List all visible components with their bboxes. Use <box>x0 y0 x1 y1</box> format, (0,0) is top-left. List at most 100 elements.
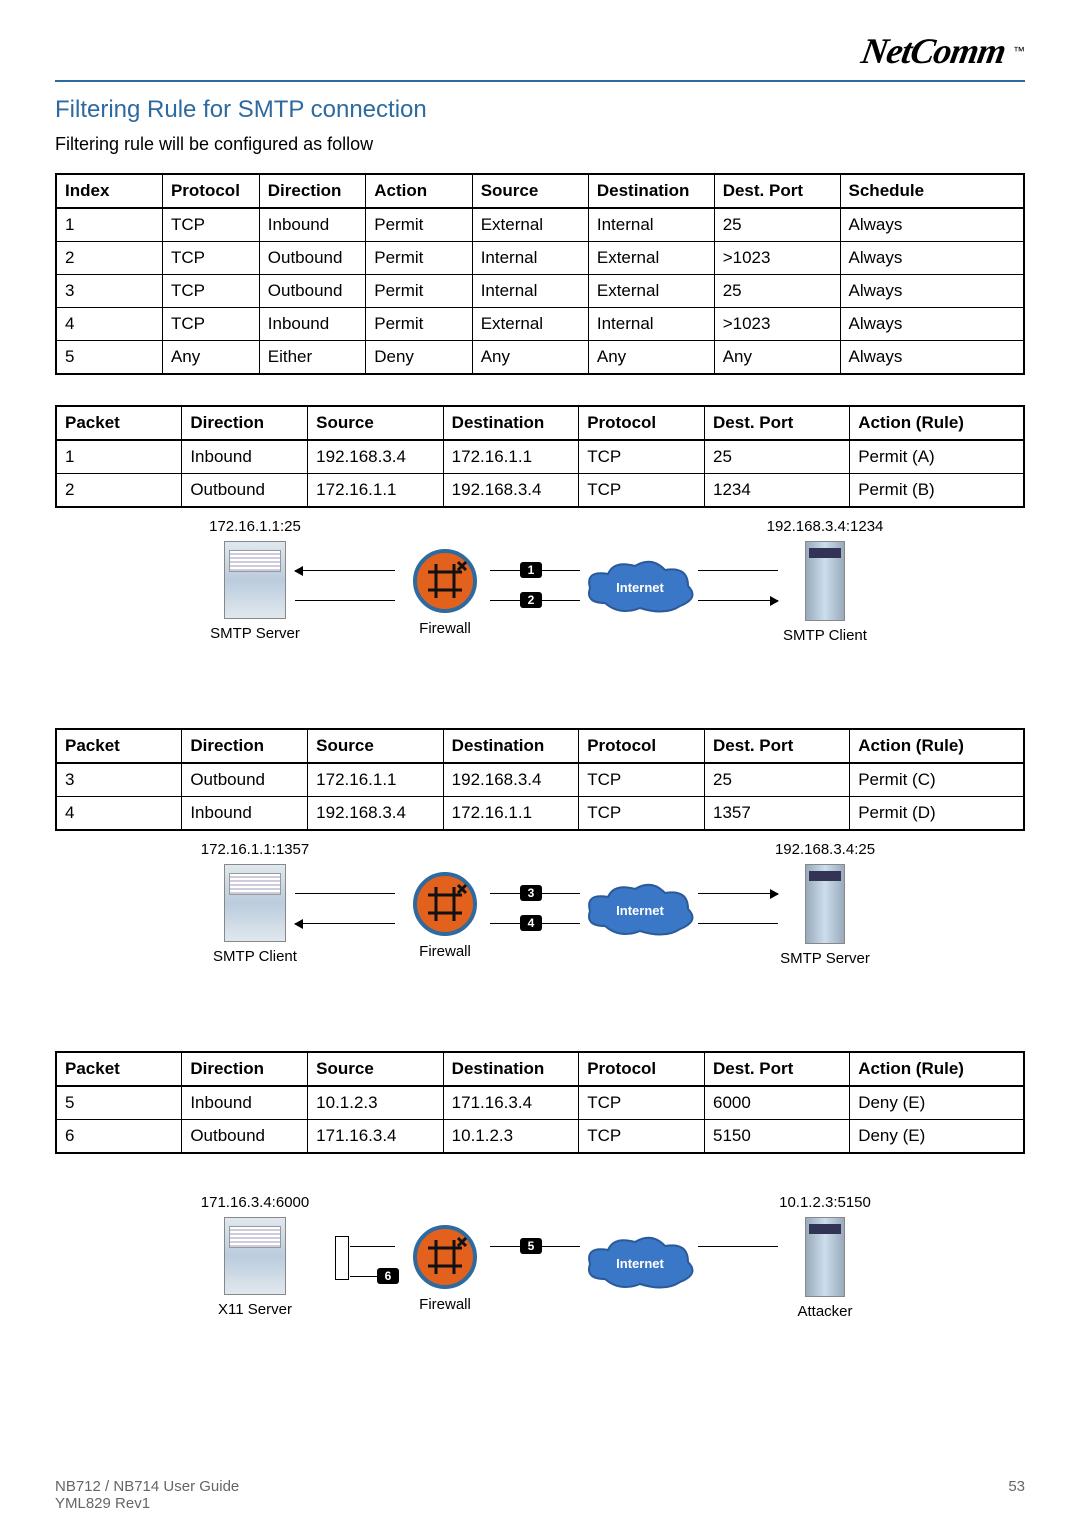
packets-a-table: Packet Direction Source Destination Prot… <box>55 405 1025 508</box>
diagram-left-endpoint: 171.16.3.4:6000 X11 Server <box>180 1194 330 1318</box>
left-ip: 172.16.1.1:1357 <box>180 841 330 858</box>
table-row: 4TCPInboundPermitExternalInternal>1023Al… <box>56 308 1024 341</box>
page-footer: NB712 / NB714 User Guide YML829 Rev1 53 <box>55 1478 1025 1512</box>
flow-arrow <box>295 570 395 571</box>
cell: Permit <box>366 308 472 341</box>
cell: Internal <box>588 208 714 242</box>
cell: 5 <box>56 341 162 375</box>
th: Packet <box>56 729 182 763</box>
cell: 192.168.3.4 <box>308 440 444 474</box>
firewall-icon: Firewall <box>395 548 495 637</box>
th: Schedule <box>840 174 1024 208</box>
diagram-left-endpoint: 172.16.1.1:25 SMTP Server <box>180 518 330 642</box>
table-row: 2TCPOutboundPermitInternalExternal>1023A… <box>56 242 1024 275</box>
cell: TCP <box>162 242 259 275</box>
cell: Inbound <box>182 440 308 474</box>
cell: 1 <box>56 208 162 242</box>
cell: Deny (E) <box>850 1086 1024 1120</box>
header-rule <box>55 80 1025 82</box>
flow-badge: 4 <box>520 915 542 931</box>
table-header-row: Packet Direction Source Destination Prot… <box>56 729 1024 763</box>
page-header: NetComm ™ <box>55 30 1025 72</box>
flow-badge: 6 <box>377 1268 399 1284</box>
packets-b-table: Packet Direction Source Destination Prot… <box>55 728 1025 831</box>
th: Dest. Port <box>705 1052 850 1086</box>
th: Destination <box>443 729 579 763</box>
server-icon <box>805 864 845 944</box>
cell: TCP <box>162 275 259 308</box>
internet-cloud-icon: Internet <box>580 881 700 941</box>
left-caption: SMTP Server <box>180 625 330 642</box>
th: Action (Rule) <box>850 729 1024 763</box>
cell: 4 <box>56 797 182 831</box>
table-row: 3TCPOutboundPermitInternalExternal25Alwa… <box>56 275 1024 308</box>
th: Source <box>472 174 588 208</box>
cell: TCP <box>579 1120 705 1154</box>
cell: Permit <box>366 208 472 242</box>
flow-line <box>698 1246 778 1247</box>
cell: External <box>472 208 588 242</box>
th: Destination <box>443 406 579 440</box>
rules-table: Index Protocol Direction Action Source D… <box>55 173 1025 375</box>
th: Destination <box>588 174 714 208</box>
right-caption: Attacker <box>750 1303 900 1320</box>
brand-tm: ™ <box>1013 44 1025 58</box>
diagram-right-endpoint: 192.168.3.4:1234 SMTP Client <box>750 518 900 644</box>
cell: Permit <box>366 275 472 308</box>
cell: TCP <box>162 208 259 242</box>
th: Dest. Port <box>705 729 850 763</box>
client-icon <box>805 541 845 621</box>
th: Protocol <box>579 729 705 763</box>
brand-name: NetComm <box>858 31 1008 71</box>
cell: Outbound <box>182 474 308 508</box>
cloud-label: Internet <box>616 1256 664 1271</box>
cell: 5 <box>56 1086 182 1120</box>
cell: 172.16.1.1 <box>443 797 579 831</box>
table-row: 4Inbound192.168.3.4172.16.1.1TCP1357Perm… <box>56 797 1024 831</box>
cell: Outbound <box>182 763 308 797</box>
table-row: 6Outbound171.16.3.410.1.2.3TCP5150Deny (… <box>56 1120 1024 1154</box>
cell: Always <box>840 275 1024 308</box>
cell: TCP <box>579 797 705 831</box>
cell: >1023 <box>714 308 840 341</box>
left-ip: 171.16.3.4:6000 <box>180 1194 330 1211</box>
flow-line <box>295 600 395 601</box>
cell: Outbound <box>259 242 365 275</box>
cell: Always <box>840 208 1024 242</box>
cell: External <box>588 242 714 275</box>
cell: 192.168.3.4 <box>443 763 579 797</box>
cell: 171.16.3.4 <box>308 1120 444 1154</box>
cell: 1234 <box>705 474 850 508</box>
table-row: 5AnyEitherDenyAnyAnyAnyAlways <box>56 341 1024 375</box>
cell: TCP <box>162 308 259 341</box>
right-caption: SMTP Server <box>750 950 900 967</box>
flow-line <box>698 923 778 924</box>
th: Action <box>366 174 472 208</box>
flow-badge: 2 <box>520 592 542 608</box>
cell: Outbound <box>182 1120 308 1154</box>
th: Direction <box>182 729 308 763</box>
cell: TCP <box>579 763 705 797</box>
diagram-b: 172.16.1.1:1357 SMTP Client Firewall Int… <box>180 841 900 1001</box>
right-ip: 192.168.3.4:1234 <box>750 518 900 535</box>
cell: 3 <box>56 275 162 308</box>
th: Action (Rule) <box>850 1052 1024 1086</box>
cell: 10.1.2.3 <box>443 1120 579 1154</box>
cell: Internal <box>472 275 588 308</box>
cell: >1023 <box>714 242 840 275</box>
th: Protocol <box>579 406 705 440</box>
firewall-icon: Firewall <box>395 871 495 960</box>
th: Direction <box>182 1052 308 1086</box>
th: Action (Rule) <box>850 406 1024 440</box>
flow-badge: 1 <box>520 562 542 578</box>
cell: 6000 <box>705 1086 850 1120</box>
cell: Permit <box>366 242 472 275</box>
cell: TCP <box>579 1086 705 1120</box>
lead-text: Filtering rule will be configured as fol… <box>55 134 1025 155</box>
cell: 10.1.2.3 <box>308 1086 444 1120</box>
firewall-caption: Firewall <box>395 943 495 960</box>
cell: Any <box>472 341 588 375</box>
cell: 6 <box>56 1120 182 1154</box>
cloud-label: Internet <box>616 580 664 595</box>
footer-guide: NB712 / NB714 User Guide <box>55 1478 239 1495</box>
